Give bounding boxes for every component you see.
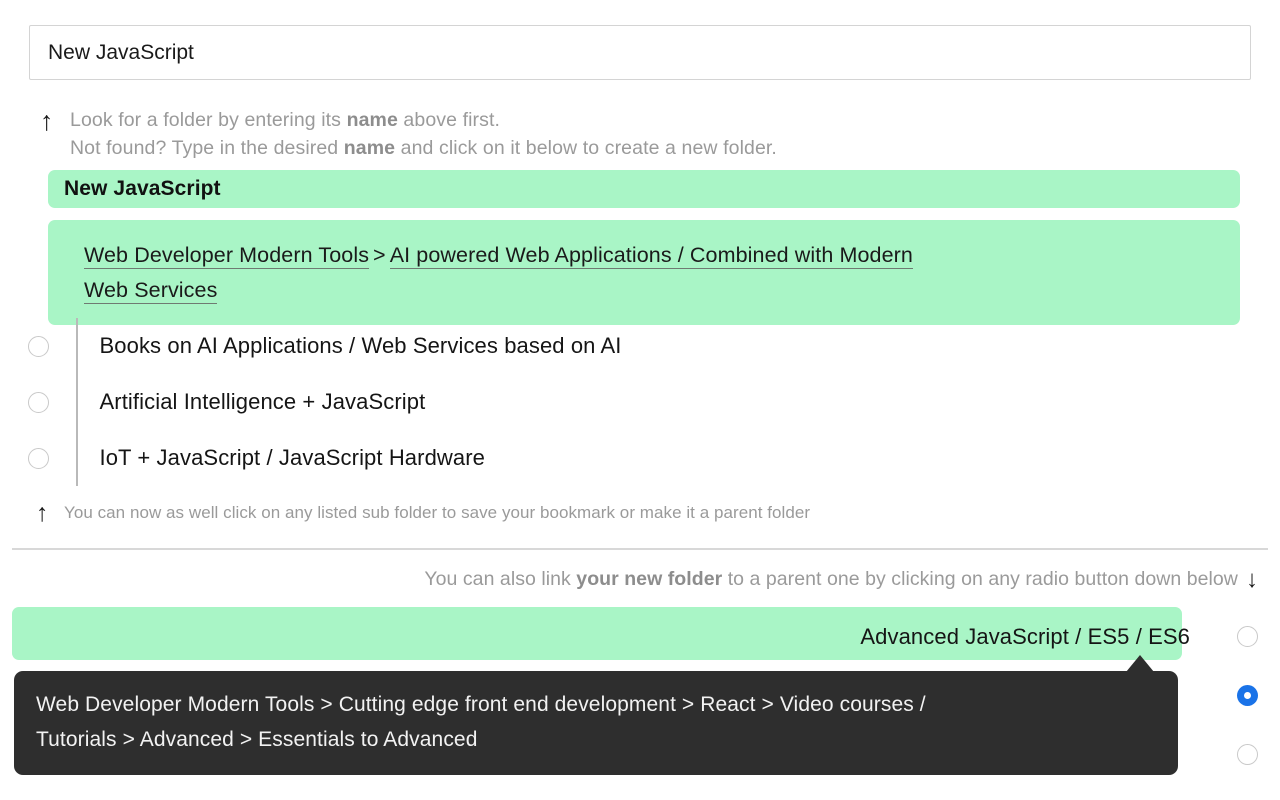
breadcrumb-part-3[interactable]: Web Services [84, 278, 218, 304]
new-folder-suggestion-button[interactable]: New JavaScript [48, 170, 1240, 208]
top-hint-block: ↑ Look for a folder by entering its name… [40, 106, 1140, 162]
parent-radio-cell[interactable] [1214, 685, 1280, 706]
arrow-down-icon: ↓ [1245, 566, 1258, 593]
table-row[interactable]: IoT + JavaScript / JavaScript Hardware [0, 430, 1280, 486]
radio-button-icon[interactable] [27, 391, 49, 413]
arrow-up-icon: ↑ [40, 106, 54, 136]
folder-label[interactable]: Books on AI Applications / Web Services … [78, 333, 622, 359]
parent-folder-label[interactable]: Advanced JavaScript / ES5 / ES6 [0, 624, 1214, 650]
parent-radio-cell[interactable] [1214, 744, 1280, 765]
parent-link-hint-post: to a parent one by clicking on any radio… [722, 568, 1238, 590]
arrow-up-icon: ↑ [36, 499, 49, 527]
breadcrumb-tooltip: Web Developer Modern Tools > Cutting edg… [14, 671, 1178, 775]
tooltip-pointer-icon [1126, 655, 1154, 672]
folder-radio-cell[interactable] [0, 335, 76, 357]
list-item[interactable]: Advanced JavaScript / ES5 / ES6 [0, 607, 1280, 666]
top-hint-line-2: Not found? Type in the desired name and … [70, 134, 777, 162]
tooltip-line-2: Tutorials > Advanced > Essentials to Adv… [36, 728, 478, 751]
breadcrumb-separator: > [373, 243, 386, 267]
hint-line1-bold: name [346, 109, 398, 131]
parent-link-hint: You can also link your new folder to a p… [0, 566, 1258, 594]
breadcrumb-line-1: Web Developer Modern Tools > AI powered We… [84, 238, 1218, 273]
tooltip-line-1: Web Developer Modern Tools > Cutting edg… [36, 693, 926, 716]
folder-radio-cell[interactable] [0, 391, 76, 413]
top-hint-line-1: Look for a folder by entering its name a… [70, 106, 777, 134]
sub-folder-hint-text: You can now as well click on any listed … [64, 502, 811, 522]
list-item[interactable]: JavaScript Design Patterns OOP ES6 [0, 784, 1280, 800]
folder-name-search-wrap [29, 25, 1251, 80]
radio-button-icon-selected[interactable] [1236, 685, 1258, 706]
folder-radio-cell[interactable] [0, 447, 76, 469]
parent-link-hint-bold: your new folder [576, 568, 723, 590]
breadcrumb-part-2[interactable]: AI powered Web Applications / Combined w… [389, 243, 913, 269]
parent-link-hint-pre: You can also link [424, 568, 577, 590]
breadcrumb-part-1[interactable]: Web Developer Modern Tools [84, 243, 370, 269]
hint-line2-post: and click on it below to create a new fo… [395, 137, 777, 159]
hint-line2-bold: name [343, 137, 396, 159]
breadcrumb-line-2: Web Services [84, 273, 1218, 308]
hint-line1-pre: Look for a folder by entering its [70, 109, 347, 131]
hint-line2-pre: Not found? Type in the desired [70, 137, 344, 159]
radio-button-icon[interactable] [1236, 744, 1258, 765]
radio-button-icon[interactable] [1236, 626, 1258, 647]
sub-folder-list: Books on AI Applications / Web Services … [0, 318, 1280, 486]
sub-folder-hint: ↑ You can now as well click on any liste… [36, 498, 810, 527]
table-row[interactable]: Books on AI Applications / Web Services … [0, 318, 1280, 374]
hint-line1-post: above first. [397, 109, 501, 131]
parent-radio-cell[interactable] [1214, 626, 1280, 647]
folder-name-input[interactable] [29, 25, 1251, 80]
radio-button-icon[interactable] [27, 447, 49, 469]
top-hint-text: Look for a folder by entering its name a… [70, 106, 777, 162]
folder-label[interactable]: Artificial Intelligence + JavaScript [78, 389, 426, 415]
new-folder-suggestion-label: New JavaScript [64, 177, 221, 200]
radio-button-icon[interactable] [27, 335, 49, 357]
folder-label[interactable]: IoT + JavaScript / JavaScript Hardware [78, 445, 486, 471]
folder-picker-screen: ↑ Look for a folder by entering its name… [0, 0, 1280, 800]
selected-breadcrumb-box[interactable]: Web Developer Modern Tools > AI powered We… [48, 220, 1240, 325]
table-row[interactable]: Artificial Intelligence + JavaScript [0, 374, 1280, 430]
section-divider [12, 548, 1268, 550]
